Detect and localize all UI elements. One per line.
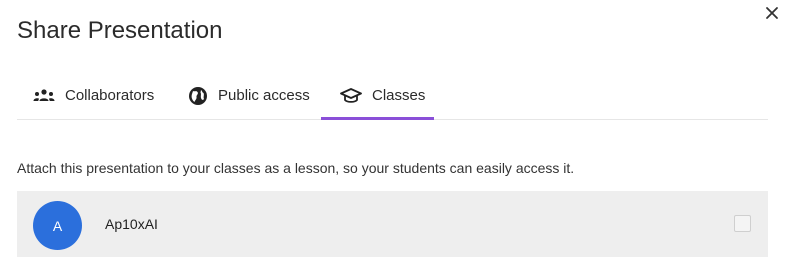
- classes-description: Attach this presentation to your classes…: [17, 160, 575, 176]
- close-button[interactable]: [763, 4, 781, 22]
- class-list-item[interactable]: A Ap10xAI: [17, 191, 768, 257]
- graduation-cap-icon: [340, 87, 362, 105]
- tab-public-access[interactable]: Public access: [188, 72, 310, 119]
- class-select-checkbox[interactable]: [734, 215, 751, 232]
- class-name: Ap10xAI: [105, 216, 158, 232]
- close-icon: [766, 7, 778, 19]
- tab-collaborators[interactable]: Collaborators: [33, 72, 154, 119]
- tab-bar: Collaborators Public access Classes: [17, 72, 768, 120]
- tab-label-collaborators: Collaborators: [65, 87, 155, 104]
- tab-label-classes: Classes: [372, 87, 426, 104]
- class-avatar: A: [33, 201, 82, 250]
- share-dialog: Share Presentation Collaborators Public …: [0, 0, 786, 278]
- globe-icon: [188, 86, 208, 106]
- tab-label-public-access: Public access: [218, 87, 310, 104]
- dialog-title: Share Presentation: [17, 17, 223, 44]
- people-group-icon: [33, 88, 55, 104]
- tab-classes[interactable]: Classes: [321, 72, 434, 120]
